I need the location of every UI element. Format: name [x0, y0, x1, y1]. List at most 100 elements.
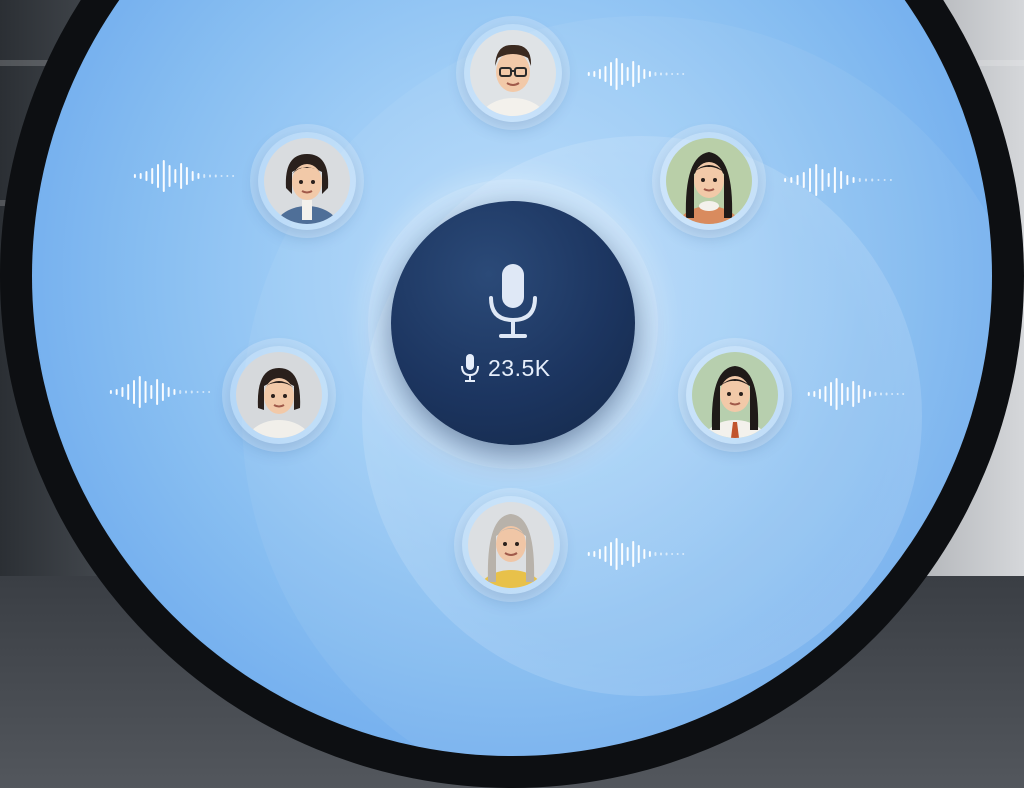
sound-wave-icon	[109, 376, 211, 408]
sound-wave-bar	[682, 73, 685, 75]
sound-wave-bar	[671, 553, 674, 555]
sound-wave-bar	[891, 393, 894, 395]
sound-wave-bar	[830, 382, 832, 406]
sound-wave-bar	[190, 390, 193, 394]
sound-wave-bar	[896, 393, 899, 395]
sound-wave-bar	[858, 178, 861, 182]
small-microphone-icon	[461, 354, 479, 382]
sound-wave-bar	[598, 69, 601, 79]
sound-wave-bar	[133, 174, 136, 178]
sound-wave-bar	[203, 174, 206, 178]
sound-wave-bar	[173, 389, 176, 395]
sound-wave-bar	[877, 179, 880, 181]
sound-wave-icon	[587, 538, 685, 570]
sound-wave-bar	[214, 174, 217, 178]
sound-wave-bar	[883, 179, 886, 181]
sound-wave-bar	[587, 552, 590, 556]
sound-wave-bar	[784, 178, 787, 182]
sound-wave-bar	[660, 72, 662, 76]
sound-wave-bar	[138, 376, 141, 408]
sound-wave-bar	[196, 391, 199, 393]
sound-wave-bar	[852, 381, 855, 407]
sound-wave-bar	[643, 549, 646, 559]
participant-avatar-5[interactable]	[686, 346, 784, 444]
sound-wave-bar	[871, 178, 874, 182]
sound-wave-bar	[841, 383, 844, 405]
sound-wave-bar	[833, 167, 836, 193]
sound-wave-bar	[846, 387, 849, 401]
sound-wave-bar	[865, 178, 867, 182]
participant-avatar-4[interactable]	[230, 346, 328, 444]
sound-wave-bar	[121, 387, 124, 397]
sound-wave-bar	[863, 389, 866, 399]
sound-wave-bar	[815, 164, 818, 196]
sound-wave-bar	[824, 386, 827, 402]
sound-wave-bar	[202, 391, 205, 393]
sound-wave-bar	[802, 172, 805, 188]
sound-wave-bar	[840, 171, 843, 189]
sound-wave-bar	[615, 58, 618, 90]
sound-wave-bar	[665, 72, 668, 76]
sound-wave-bar	[157, 164, 159, 188]
sound-wave-bar	[648, 551, 651, 557]
sound-wave-bar	[671, 73, 674, 75]
sound-wave-bar	[676, 553, 679, 555]
sound-wave-bar	[654, 72, 657, 76]
sound-wave-bar	[185, 390, 187, 394]
sound-wave-bar	[144, 381, 147, 403]
sound-wave-bar	[133, 380, 135, 404]
sound-wave-bar	[610, 542, 612, 566]
sound-wave-bar	[626, 547, 629, 561]
sound-wave-bar	[807, 392, 810, 396]
sound-wave-bar	[197, 173, 200, 179]
sound-wave-bar	[185, 167, 188, 185]
sound-wave-bar	[220, 175, 223, 177]
sound-wave-bar	[115, 389, 118, 395]
sound-wave-bar	[191, 171, 194, 181]
participant-avatar-3[interactable]	[660, 132, 758, 230]
woman-orange-sweater-avatar	[666, 138, 752, 224]
participant-avatar-2[interactable]	[258, 132, 356, 230]
sound-wave-icon	[784, 164, 892, 196]
sound-wave-bar	[604, 546, 607, 562]
girl-white-shirt-avatar	[236, 352, 322, 438]
man-glasses-avatar	[470, 30, 556, 116]
sound-wave-bar	[150, 385, 153, 399]
listener-count-value: 23.5K	[488, 354, 551, 381]
sound-wave-bar	[632, 61, 635, 87]
sound-wave-bar	[654, 552, 657, 556]
elderly-woman-yellow-avatar	[468, 502, 554, 588]
sound-wave-bar	[885, 392, 888, 396]
sound-wave-bar	[208, 391, 211, 393]
sound-wave-bar	[615, 538, 618, 570]
sound-wave-bar	[660, 552, 662, 556]
sound-wave-bar	[796, 175, 799, 185]
woman-denim-jacket-avatar	[264, 138, 350, 224]
participant-avatar-1[interactable]	[464, 24, 562, 122]
sound-wave-bar	[632, 541, 635, 567]
sound-wave-bar	[139, 173, 142, 179]
sound-wave-bar	[626, 67, 629, 81]
sound-wave-icon	[587, 58, 685, 90]
participant-avatar-6[interactable]	[462, 496, 560, 594]
listener-count: 23.5K	[460, 352, 551, 384]
sound-wave-bar	[643, 69, 646, 79]
sound-wave-bar	[868, 391, 871, 397]
sound-wave-bar	[846, 175, 849, 185]
sound-wave-bar	[174, 169, 177, 183]
sound-wave-bar	[593, 71, 596, 77]
sound-wave-bar	[809, 168, 811, 192]
sound-wave-bar	[109, 390, 112, 394]
sound-wave-bar	[818, 389, 821, 399]
sound-wave-bar	[637, 545, 640, 563]
sound-wave-bar	[665, 552, 668, 556]
sound-wave-bar	[637, 65, 640, 83]
sound-wave-bar	[226, 175, 229, 177]
sound-wave-bar	[648, 71, 651, 77]
sound-wave-bar	[151, 168, 154, 184]
sound-wave-bar	[168, 165, 171, 187]
sound-wave-bar	[880, 392, 882, 396]
sound-wave-bar	[161, 383, 164, 401]
sound-wave-bar	[857, 385, 860, 403]
sound-wave-bar	[902, 393, 905, 395]
